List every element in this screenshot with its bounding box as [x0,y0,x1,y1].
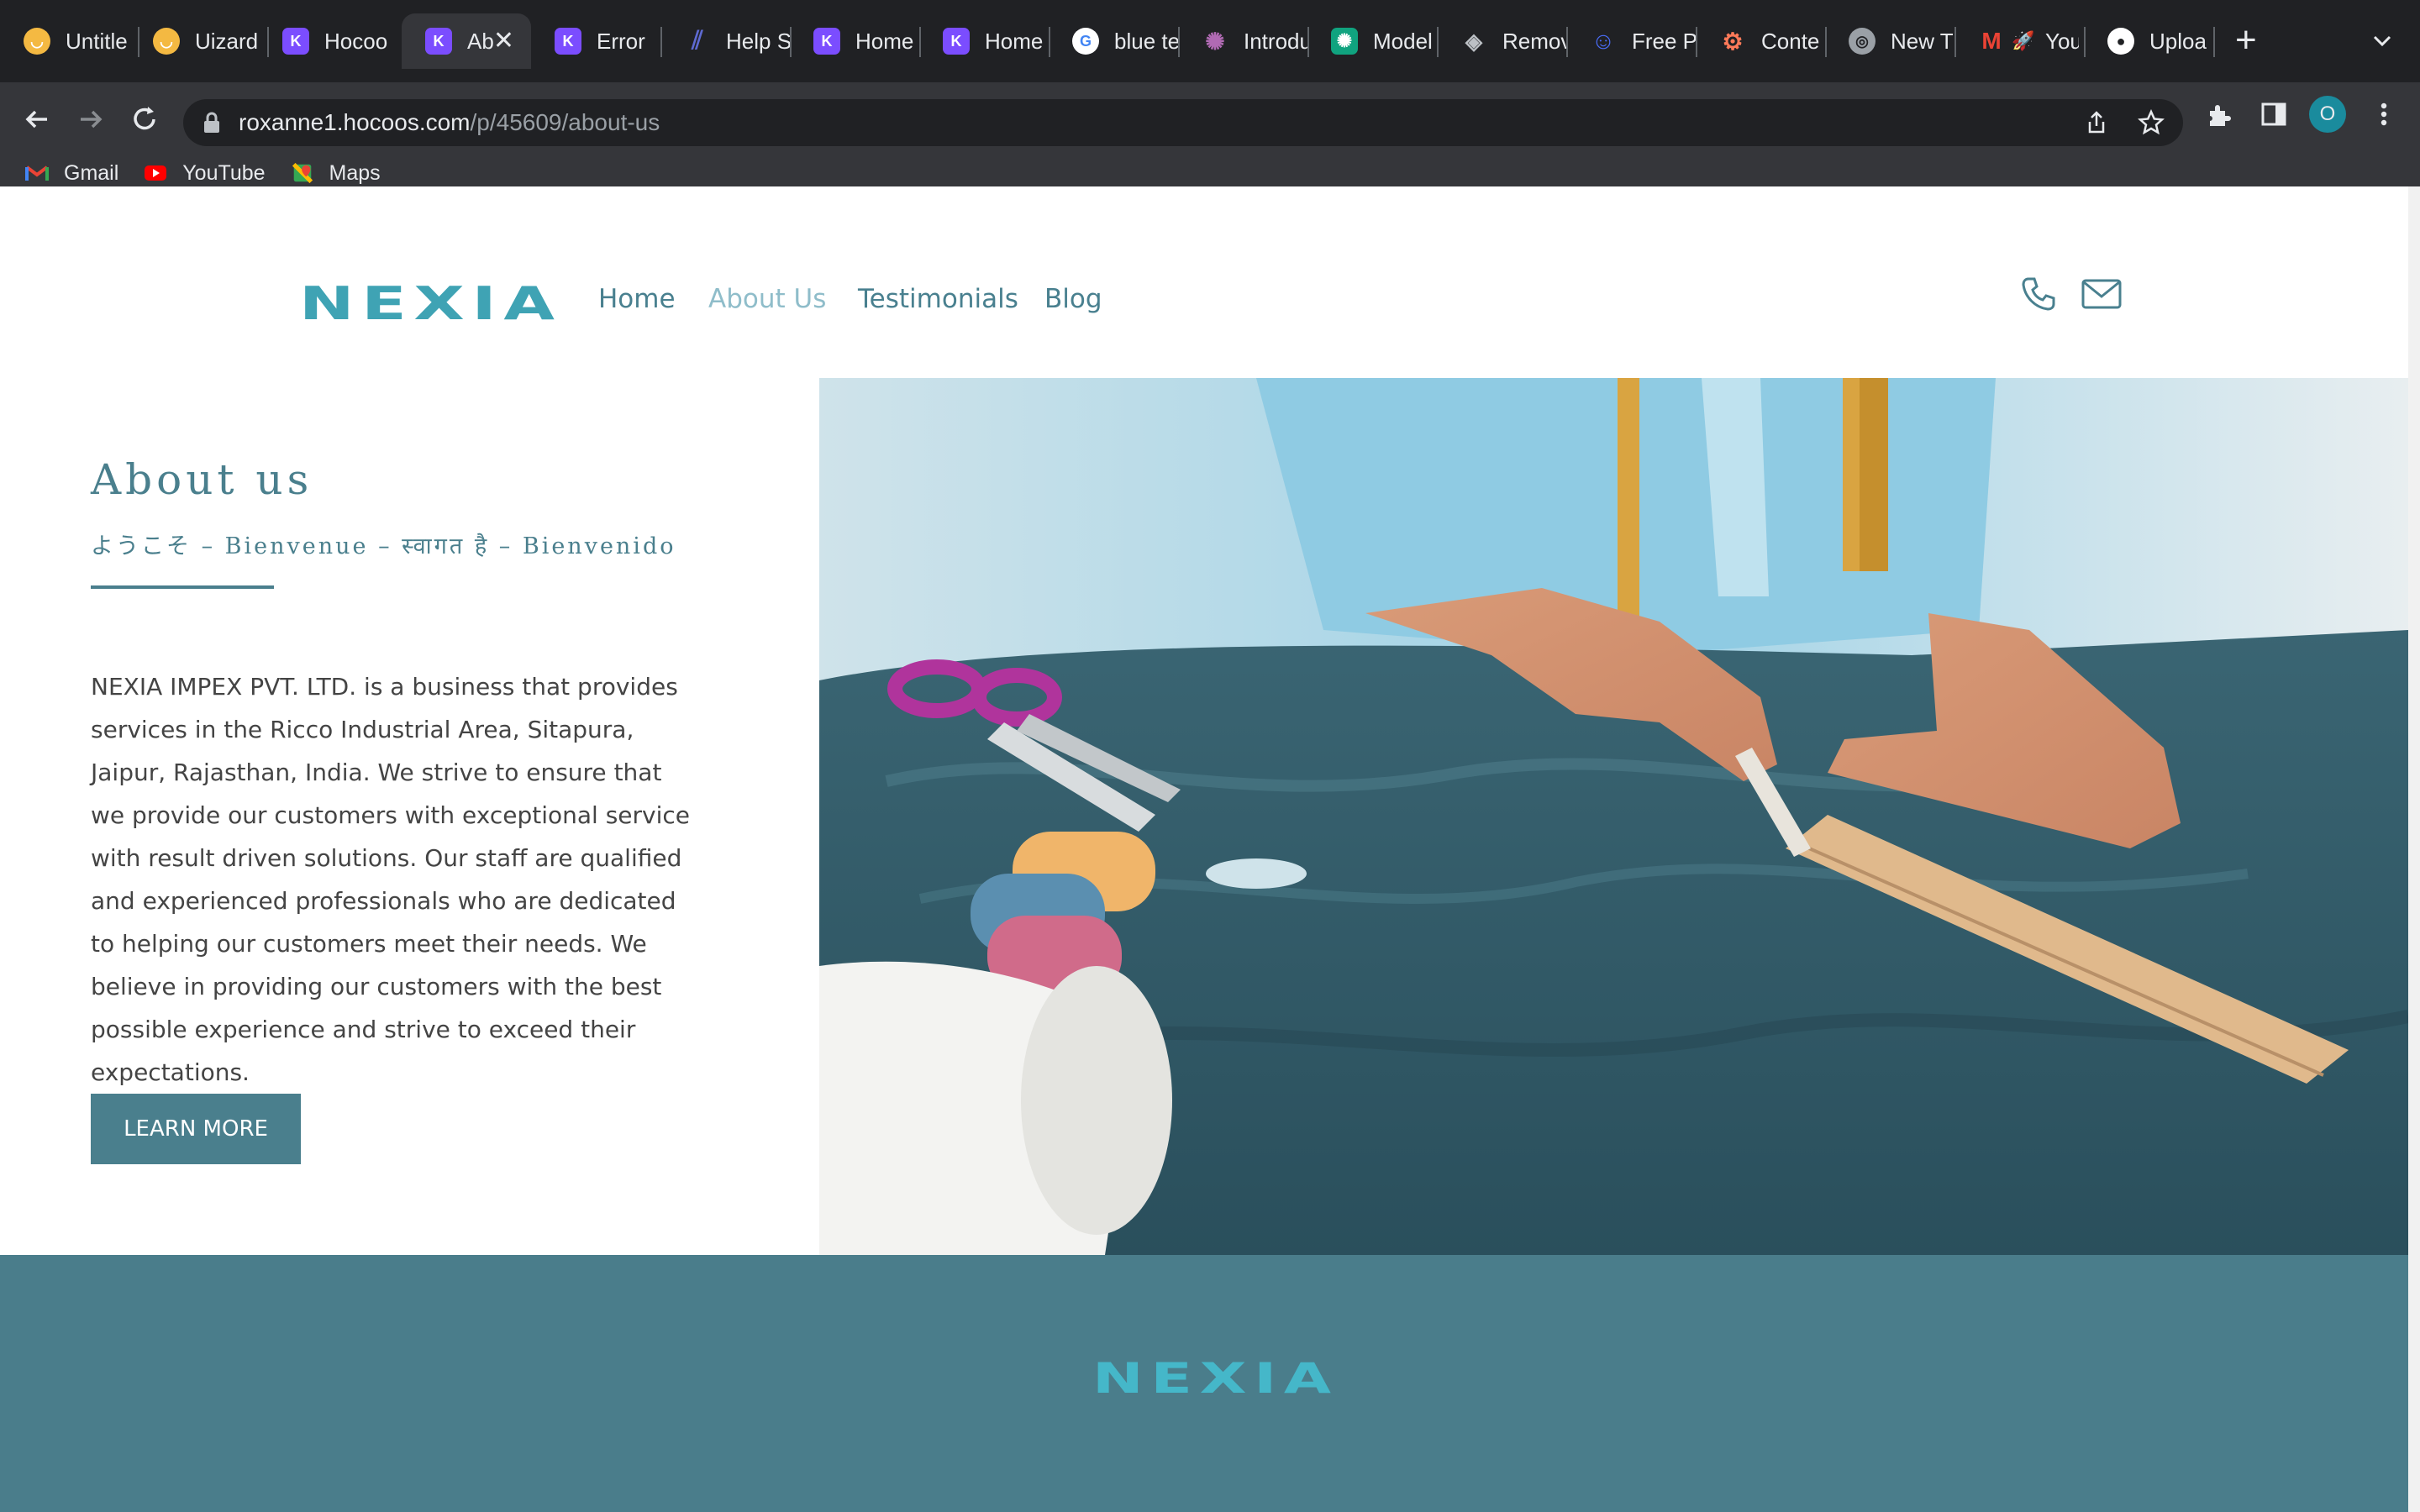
mail-icon[interactable] [2081,276,2123,312]
nav-home[interactable]: Home [598,284,676,314]
learn-more-button[interactable]: LEARN MORE [91,1094,301,1164]
hocoos-icon: K [943,28,970,55]
tab-introducing[interactable]: ✺ Introdu [1178,13,1307,69]
tab-model[interactable]: ✺ Model [1307,13,1437,69]
youtube-icon [145,165,167,181]
tailoring-photo [819,378,2408,1255]
hocoos-icon: K [282,28,309,55]
tab-help[interactable]: ⫽ Help S [660,13,790,69]
gmail-icon [25,165,49,181]
web-page: NEXIA Home About Us Testimonials Blog Ab… [0,186,2408,1512]
chrome-icon: ◎ [1849,28,1876,55]
tab-remove[interactable]: ◈ Remov [1437,13,1566,69]
phone-icon[interactable] [2020,276,2057,312]
nav-blog[interactable]: Blog [1044,284,1102,314]
uizard-icon: ◡ [153,28,180,55]
hocoos-icon: K [425,28,452,55]
tab-untitled[interactable]: ◡ Untitle [0,13,129,69]
uizard-icon: ◡ [24,28,50,55]
nav-about-us[interactable]: About Us [708,284,826,314]
lock-icon[interactable] [202,111,222,134]
share-icon[interactable] [2084,109,2109,136]
robot-icon: ☺ [1591,28,1616,54]
footer-logo[interactable]: NEXIA [1092,1354,1339,1403]
browser-tab-strip: ◡ Untitle ◡ Uizard K Hocoo K Ab ✕ K Erro… [0,0,2420,82]
tab-home-2[interactable]: K Home [919,13,1049,69]
reload-icon[interactable] [126,101,163,138]
hero-image-tailoring [819,378,2408,1255]
tab-new-tab[interactable]: ◎ New T [1825,13,1954,69]
layers-icon: ◈ [1465,28,1482,54]
tab-home-1[interactable]: K Home [790,13,919,69]
nav-testimonials[interactable]: Testimonials [858,284,1018,314]
openai-icon: ✺ [1205,28,1225,55]
hocoos-icon: K [555,28,581,55]
tab-gmail[interactable]: M 🚀 You [1954,13,2084,69]
side-panel-icon[interactable] [2260,101,2287,128]
tab-about-us[interactable]: K Ab ✕ [402,13,531,69]
google-icon: G [1072,28,1099,55]
tab-search-chevron-icon[interactable] [2370,29,2395,54]
welcome-subtitle: ようこそ – Bienvenue – स्वागत है – Bienvenid… [91,533,676,559]
about-description: NEXIA IMPEX PVT. LTD. is a business that… [91,673,690,1086]
maps-icon [292,163,313,183]
tab-free[interactable]: ☺ Free P [1566,13,1696,69]
site-logo[interactable]: NEXIA [299,277,562,330]
tab-content[interactable]: ⚙ Conte [1696,13,1825,69]
bookmark-youtube[interactable]: YouTube [144,161,266,186]
linear-icon: ⫽ [692,27,703,55]
tab-uizard[interactable]: ◡ Uizard [129,13,259,69]
github-icon: ● [2107,28,2134,55]
url-host: roxanne1.hocoos.com [239,109,471,135]
back-icon[interactable] [18,101,55,138]
new-tab-icon[interactable]: + [2235,22,2257,59]
bookmark-star-icon[interactable] [2138,109,2165,136]
address-bar[interactable]: roxanne1.hocoos.com/p/45609/about-us [183,99,2183,146]
tab-google-search[interactable]: G blue te [1049,13,1178,69]
url-text: roxanne1.hocoos.com/p/45609/about-us [239,109,660,136]
profile-avatar[interactable]: O [2309,96,2346,133]
browser-menu-icon[interactable] [2371,99,2396,129]
gmail-icon: M [1981,28,2002,54]
tab-hocoos[interactable]: K Hocoo [259,13,388,69]
extensions-icon[interactable] [2205,101,2233,129]
page-scrollbar[interactable] [2408,186,2420,1512]
footer: NEXIA [0,1255,2408,1512]
tab-error[interactable]: K Error [531,13,660,69]
url-path: /p/45609/about-us [470,109,660,135]
forward-icon[interactable] [72,101,109,138]
title-divider [91,585,274,589]
rocket-icon: 🚀 [2012,30,2035,51]
close-tab-icon[interactable]: ✕ [493,29,514,54]
openai-icon: ✺ [1331,28,1358,55]
tab-upload[interactable]: ● Uploa [2084,13,2213,69]
browser-toolbar: roxanne1.hocoos.com/p/45609/about-us O G… [0,82,2420,203]
hocoos-icon: K [813,28,840,55]
hubspot-icon: ⚙ [1722,28,1744,55]
bookmark-maps[interactable]: Maps [291,161,381,186]
bookmark-gmail[interactable]: Gmail [25,161,118,186]
page-title: About us [91,455,313,504]
